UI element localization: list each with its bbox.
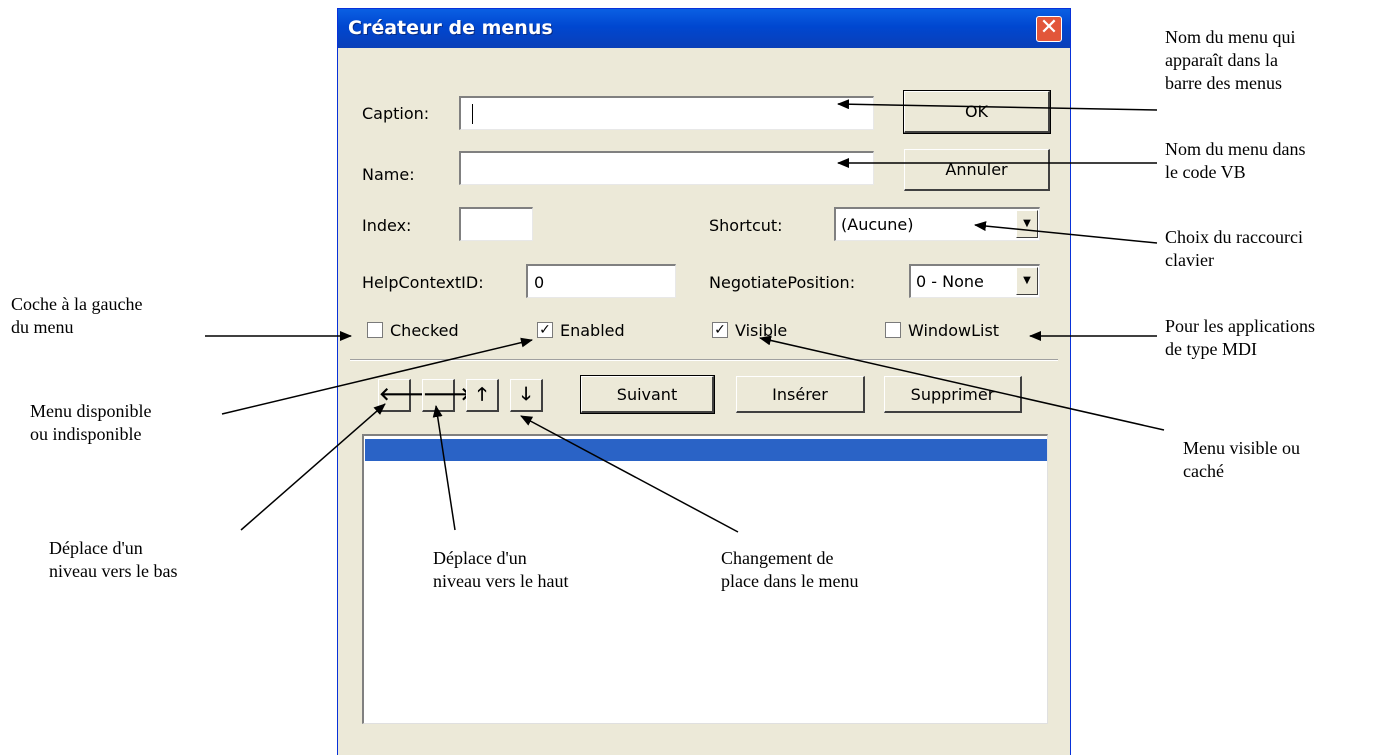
move-left-button[interactable]: 🡐 bbox=[378, 379, 427, 412]
arrow-up-icon: 🡑 bbox=[477, 384, 487, 405]
enabled-label: Enabled bbox=[560, 321, 625, 340]
close-icon: ✕ bbox=[1039, 15, 1059, 40]
dialog-title: Créateur de menus bbox=[348, 17, 553, 39]
annotation-mdi: Pour les applications de type MDI bbox=[1165, 316, 1315, 359]
negotiate-select[interactable]: 0 - None ▼ bbox=[909, 264, 1040, 298]
arrow-left-icon: 🡐 bbox=[379, 384, 428, 405]
index-input[interactable] bbox=[459, 207, 533, 241]
annotation-enabled: Menu disponible ou indisponible bbox=[30, 401, 152, 444]
arrow-down-icon: 🡓 bbox=[521, 384, 531, 405]
separator bbox=[350, 359, 1058, 361]
helpcontext-input[interactable]: 0 bbox=[526, 264, 676, 298]
annotation-shortcut: Choix du raccourci clavier bbox=[1165, 227, 1303, 270]
cancel-button[interactable]: Annuler bbox=[904, 149, 1050, 191]
checkbox-box[interactable]: ✓ bbox=[712, 322, 728, 338]
caption-label: Caption: bbox=[362, 104, 430, 123]
shortcut-label: Shortcut: bbox=[709, 216, 783, 235]
delete-button[interactable]: Supprimer bbox=[884, 376, 1022, 413]
annotation-menu-name: Nom du menu qui apparaît dans la barre d… bbox=[1165, 27, 1296, 93]
move-up-button[interactable]: 🡑 bbox=[466, 379, 499, 412]
annotation-code-name: Nom du menu dans le code VB bbox=[1165, 139, 1306, 182]
annotation-level-up: Déplace d'un niveau vers le haut bbox=[433, 548, 569, 591]
ok-button[interactable]: OK bbox=[903, 90, 1051, 134]
chevron-down-icon[interactable]: ▼ bbox=[1016, 267, 1038, 295]
visible-label: Visible bbox=[735, 321, 788, 340]
annotation-checked: Coche à la gauche du menu bbox=[11, 294, 143, 337]
checked-label: Checked bbox=[390, 321, 459, 340]
move-right-button[interactable]: 🡒 bbox=[422, 379, 471, 412]
close-button[interactable]: ✕ bbox=[1036, 16, 1062, 42]
insert-button[interactable]: Insérer bbox=[736, 376, 865, 413]
caption-input[interactable] bbox=[459, 96, 874, 130]
helpcontext-label: HelpContextID: bbox=[362, 273, 484, 292]
title-bar[interactable]: Créateur de menus ✕ bbox=[338, 9, 1070, 48]
negotiate-label: NegotiatePosition: bbox=[709, 273, 856, 292]
chevron-down-icon[interactable]: ▼ bbox=[1016, 210, 1038, 238]
list-item-selected[interactable] bbox=[365, 439, 1047, 461]
annotation-level-down: Déplace d'un niveau vers le bas bbox=[49, 538, 178, 581]
text-caret bbox=[472, 104, 473, 124]
shortcut-select[interactable]: (Aucune) ▼ bbox=[834, 207, 1040, 241]
name-input[interactable] bbox=[459, 151, 874, 185]
checkbox-box[interactable]: ✓ bbox=[537, 322, 553, 338]
windowlist-label: WindowList bbox=[908, 321, 1000, 340]
move-down-button[interactable]: 🡓 bbox=[510, 379, 543, 412]
checkbox-box[interactable] bbox=[367, 322, 383, 338]
next-button[interactable]: Suivant bbox=[580, 375, 715, 414]
negotiate-value: 0 - None bbox=[916, 272, 984, 291]
arrow-right-icon: 🡒 bbox=[423, 384, 472, 405]
name-label: Name: bbox=[362, 165, 415, 184]
menu-editor-dialog: Créateur de menus ✕ Caption: OK Name: An… bbox=[337, 8, 1071, 755]
annotation-order: Changement de place dans le menu bbox=[721, 548, 859, 591]
checkbox-box[interactable] bbox=[885, 322, 901, 338]
shortcut-value: (Aucune) bbox=[841, 215, 914, 234]
annotation-visible: Menu visible ou caché bbox=[1183, 438, 1300, 481]
index-label: Index: bbox=[362, 216, 412, 235]
